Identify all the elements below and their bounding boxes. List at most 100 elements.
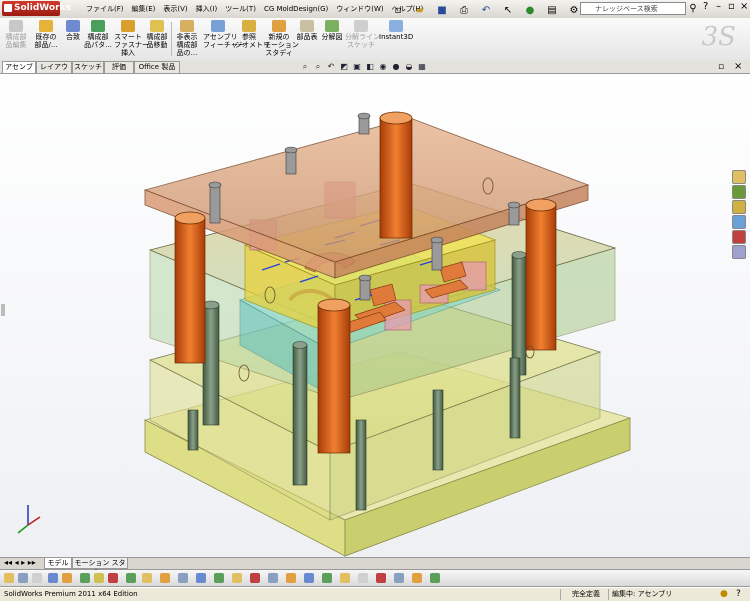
rebuild-icon[interactable]: ● <box>520 2 540 18</box>
ds-logo: 3S <box>701 22 736 52</box>
toolbar-icon-25[interactable] <box>412 573 422 583</box>
toolbar-icon-15[interactable] <box>232 573 242 583</box>
toolbar-icon-26[interactable] <box>430 573 440 583</box>
view-palette-icon[interactable] <box>732 215 746 229</box>
toolbar-icon-18[interactable] <box>286 573 296 583</box>
definition-status-text: 完全定義 <box>572 590 600 598</box>
apply-scene-icon[interactable]: ◒ <box>404 62 414 71</box>
select-arrow-icon[interactable]: ↖ <box>498 2 518 18</box>
knowledge-base-search-input[interactable]: ナレッジベース検索 <box>580 2 686 15</box>
section-view-icon[interactable]: ◩ <box>339 62 349 71</box>
edit-component-button[interactable]: 構成部 品編集 <box>2 20 30 49</box>
smart-fasteners-button[interactable]: スマート ファスナー 挿入 <box>114 20 149 57</box>
viewport-close-icon[interactable]: × <box>734 61 742 72</box>
toolbar-icon-8[interactable] <box>108 573 118 583</box>
menu-edit[interactable]: 編集(E) <box>128 0 160 18</box>
tab-office-products[interactable]: Office 製品 <box>134 61 180 73</box>
restore-icon[interactable]: ▫ <box>728 1 735 12</box>
search-icon[interactable]: ⚲ <box>686 2 700 16</box>
toolbar-icon-11[interactable] <box>160 573 170 583</box>
edit-appearance-icon[interactable]: ● <box>391 62 401 71</box>
toolbar-icon-9[interactable] <box>126 573 136 583</box>
new-motion-study-button[interactable]: 新規の モーション スタディ <box>264 20 299 57</box>
reference-geometry-button[interactable]: 参照 ジオメトリ <box>235 20 270 49</box>
toolbar-icon-12[interactable] <box>178 573 188 583</box>
file-explorer-icon[interactable] <box>732 200 746 214</box>
tab-sketch[interactable]: スケッチ <box>72 61 104 73</box>
new-doc-icon[interactable]: ▫ <box>388 2 408 18</box>
zoom-to-area-icon[interactable]: ⌕ <box>313 62 323 71</box>
reference-geometry-icon <box>242 20 256 32</box>
undo-icon[interactable]: ↶ <box>476 2 496 18</box>
toolbar-icon-17[interactable] <box>268 573 278 583</box>
view-orientation-icon[interactable]: ▣ <box>352 62 362 71</box>
solidworks-logo[interactable]: SolidWorks <box>2 1 71 16</box>
appearances-icon[interactable] <box>732 230 746 244</box>
toolbar-icon-6[interactable] <box>80 573 90 583</box>
feature-manager-flyout-handle[interactable] <box>1 304 5 316</box>
design-library-icon[interactable] <box>732 185 746 199</box>
component-pattern-icon <box>91 20 105 32</box>
toolbar-icon-1[interactable] <box>4 573 14 583</box>
previous-view-icon[interactable]: ↶ <box>326 62 336 71</box>
instant3d-button[interactable]: Instant3D <box>379 20 413 41</box>
tab-motion-study-1[interactable]: モーション スタディ 1 <box>72 558 128 577</box>
graphics-area[interactable] <box>0 74 750 558</box>
toolbar-icon-23[interactable] <box>376 573 386 583</box>
coordinate-triad <box>17 505 41 534</box>
move-component-button[interactable]: 構成部 品移動 <box>143 20 171 49</box>
insert-components-icon <box>39 20 53 32</box>
toolbar-icon-3[interactable] <box>32 573 42 583</box>
tab-assembly[interactable]: アセンブリ <box>2 61 36 82</box>
explode-line-sketch-label: 分解ライン スケッチ <box>345 33 380 49</box>
viewport-restore-icon[interactable]: ▫ <box>718 62 724 72</box>
toolbar-icon-16[interactable] <box>250 573 260 583</box>
minimize-icon[interactable]: – <box>716 1 721 12</box>
rebuild-indicator-icon[interactable]: ● <box>720 588 728 601</box>
close-icon[interactable]: × <box>740 1 748 12</box>
component-pattern-button[interactable]: 構成部 品パタ... <box>84 20 112 49</box>
tab-evaluate[interactable]: 評価 <box>104 61 134 73</box>
explode-line-sketch-button[interactable]: 分解ライン スケッチ <box>345 20 380 49</box>
toolbar-icon-21[interactable] <box>340 573 350 583</box>
custom-properties-icon[interactable] <box>732 245 746 259</box>
view-settings-icon[interactable]: ▦ <box>417 62 427 71</box>
toolbar-icon-2[interactable] <box>18 573 28 583</box>
select-icon[interactable] <box>48 573 58 583</box>
menu-cg-molddesign[interactable]: CG MoldDesign(G) <box>260 0 332 18</box>
toolbar-icon-20[interactable] <box>322 573 332 583</box>
toolbar-icon-19[interactable] <box>304 573 314 583</box>
status-help-icon[interactable]: ? <box>736 588 741 601</box>
menu-view[interactable]: 表示(V) <box>159 0 191 18</box>
zoom-to-fit-icon[interactable]: ⌕ <box>300 62 310 71</box>
open-folder-icon[interactable]: ▰ <box>410 2 430 18</box>
file-properties-icon[interactable]: ▤ <box>542 2 562 18</box>
toolbar-icon-24[interactable] <box>394 573 404 583</box>
show-hidden-components-button[interactable]: 非表示 構成部 品の... <box>173 20 201 57</box>
hide-show-items-icon[interactable]: ◉ <box>378 62 388 71</box>
tab-layout[interactable]: レイアウト <box>36 61 72 82</box>
toolbar-icon-22[interactable] <box>358 573 368 583</box>
exploded-view-button[interactable]: 分解図 <box>320 20 344 41</box>
save-icon[interactable]: ■ <box>432 2 452 18</box>
scroll-tabs-icon[interactable]: ◂◂ ◂ ▸ ▸▸ <box>4 558 36 567</box>
help-button[interactable]: ? <box>703 1 708 12</box>
explode-line-sketch-icon <box>354 20 368 32</box>
toolbar-icon-5[interactable] <box>62 573 72 583</box>
display-style-icon[interactable]: ◧ <box>365 62 375 71</box>
bill-of-materials-button[interactable]: 部品表 <box>295 20 319 41</box>
insert-components-button[interactable]: 既存の 部品/... <box>32 20 60 49</box>
toolbar-icon-13[interactable] <box>196 573 206 583</box>
menu-tools[interactable]: ツール(T) <box>221 0 260 18</box>
solidworks-resources-icon[interactable] <box>732 170 746 184</box>
toolbar-icon-10[interactable] <box>142 573 152 583</box>
toolbar-icon-14[interactable] <box>214 573 224 583</box>
mate-button[interactable]: 合致 <box>62 20 84 41</box>
menu-window[interactable]: ウィンドウ(W) <box>332 0 387 18</box>
assembly-features-button[interactable]: アセンブリ フィーチャー <box>203 20 245 49</box>
print-icon[interactable]: ⎙ <box>454 2 474 18</box>
tab-model[interactable]: モデル <box>44 558 72 569</box>
menu-insert[interactable]: 挿入(I) <box>192 0 222 18</box>
toolbar-icon-7[interactable] <box>94 573 104 583</box>
menu-file[interactable]: ファイル(F) <box>82 0 128 18</box>
